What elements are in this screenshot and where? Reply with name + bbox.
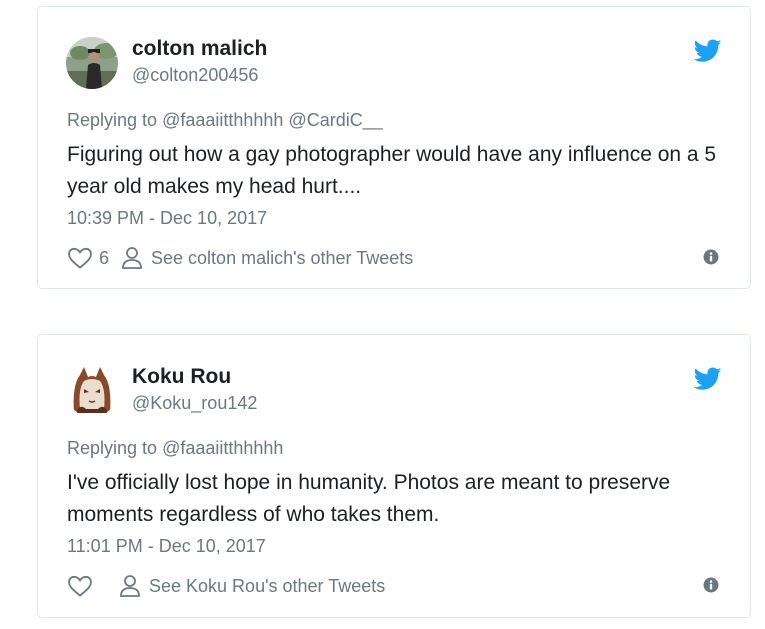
replying-to: Replying to @faaaiitthhhhh (67, 438, 283, 459)
tweet-text: Figuring out how a gay photographer woul… (67, 143, 717, 198)
avatar[interactable] (66, 37, 118, 89)
replying-to: Replying to @faaaiitthhhhh @CardiC__ (67, 110, 383, 131)
reply-mentions[interactable]: @faaaiitthhhhh (162, 438, 283, 458)
heart-icon[interactable] (67, 574, 93, 598)
replying-prefix: Replying to (67, 438, 158, 458)
twitter-bird-icon[interactable] (693, 367, 722, 391)
info-icon[interactable] (703, 577, 719, 593)
timestamp[interactable]: 11:01 PM - Dec 10, 2017 (67, 536, 266, 557)
user-handle[interactable]: @Koku_rou142 (132, 393, 257, 414)
see-other-tweets-link[interactable]: See colton malich's other Tweets (151, 248, 413, 269)
timestamp[interactable]: 10:39 PM - Dec 10, 2017 (67, 208, 267, 229)
person-icon (121, 246, 143, 270)
tweet-card[interactable]: Koku Rou @Koku_rou142 Replying to @faaai… (37, 334, 751, 618)
tweet-card[interactable]: colton malich @colton200456 Replying to … (37, 6, 751, 289)
replying-prefix: Replying to (67, 110, 158, 130)
tweet-actions: 6 See colton malich's other Tweets (67, 245, 413, 271)
tweet-actions: See Koku Rou's other Tweets (67, 573, 385, 599)
display-name[interactable]: colton malich (132, 37, 267, 61)
user-handle[interactable]: @colton200456 (132, 65, 258, 86)
reply-mentions[interactable]: @faaaiitthhhhh @CardiC__ (162, 110, 383, 130)
like-count: 6 (99, 247, 110, 268)
heart-icon[interactable] (67, 246, 93, 270)
tweet-text: I've officially lost hope in humanity. P… (67, 471, 671, 526)
display-name[interactable]: Koku Rou (132, 365, 231, 389)
see-other-tweets-link[interactable]: See Koku Rou's other Tweets (149, 576, 385, 597)
avatar[interactable] (66, 365, 118, 417)
info-icon[interactable] (703, 249, 719, 265)
person-icon (119, 574, 141, 598)
twitter-bird-icon[interactable] (693, 39, 722, 63)
